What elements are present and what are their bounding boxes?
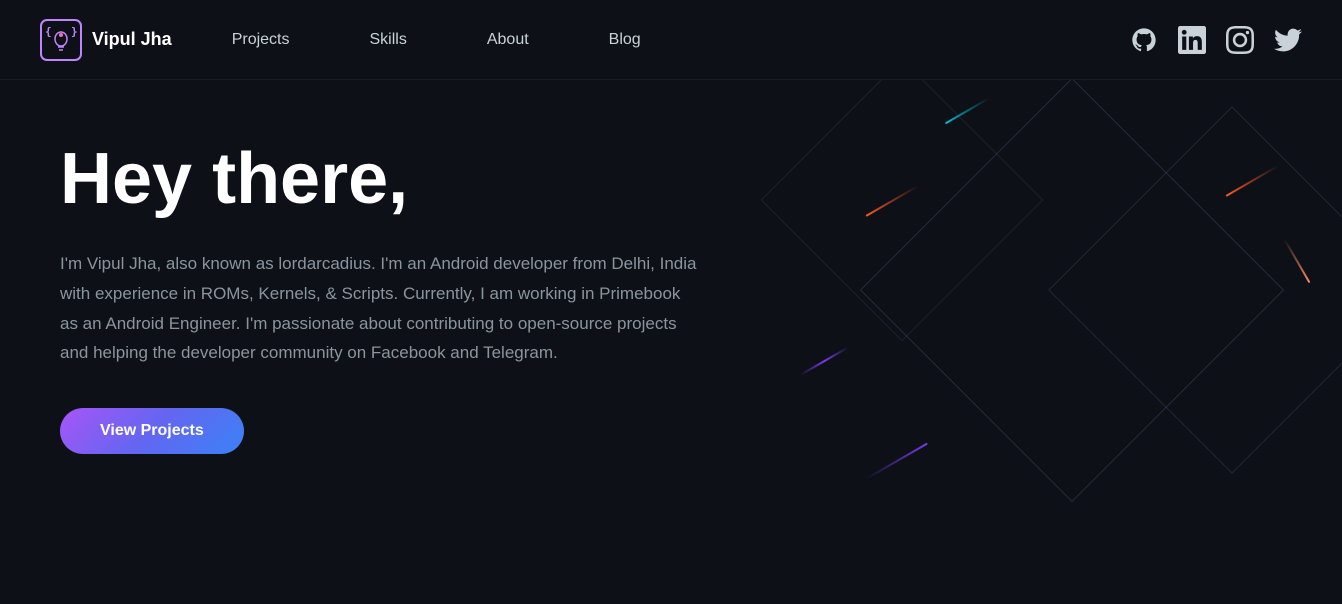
svg-text:}: } — [71, 25, 78, 38]
accent-line-1 — [945, 98, 989, 125]
accent-line-3 — [800, 346, 849, 375]
logo-icon: { } — [40, 19, 82, 61]
instagram-icon[interactable] — [1226, 26, 1254, 54]
social-icons — [1130, 26, 1302, 54]
hero-description: I'm Vipul Jha, also known as lordarcadiu… — [60, 249, 700, 368]
cta-button[interactable]: View Projects — [60, 408, 244, 454]
accent-line-6 — [1284, 239, 1311, 283]
nav-link-blog[interactable]: Blog — [609, 31, 641, 49]
nav-links: Projects Skills About Blog — [232, 31, 1130, 49]
svg-text:{: { — [45, 25, 52, 38]
logo-link[interactable]: { } Vipul Jha — [40, 19, 172, 61]
navbar: { } Vipul Jha Projects Skills About Blog — [0, 0, 1342, 80]
logo-text: Vipul Jha — [92, 29, 172, 50]
nav-link-about[interactable]: About — [487, 31, 529, 49]
nav-link-skills[interactable]: Skills — [370, 31, 407, 49]
hero-title: Hey there, — [60, 140, 1282, 219]
accent-line-4 — [866, 443, 928, 480]
linkedin-icon[interactable] — [1178, 26, 1206, 54]
nav-link-projects[interactable]: Projects — [232, 31, 290, 49]
main-content: Hey there, I'm Vipul Jha, also known as … — [0, 80, 1342, 604]
github-icon[interactable] — [1130, 26, 1158, 54]
twitter-icon[interactable] — [1274, 26, 1302, 54]
